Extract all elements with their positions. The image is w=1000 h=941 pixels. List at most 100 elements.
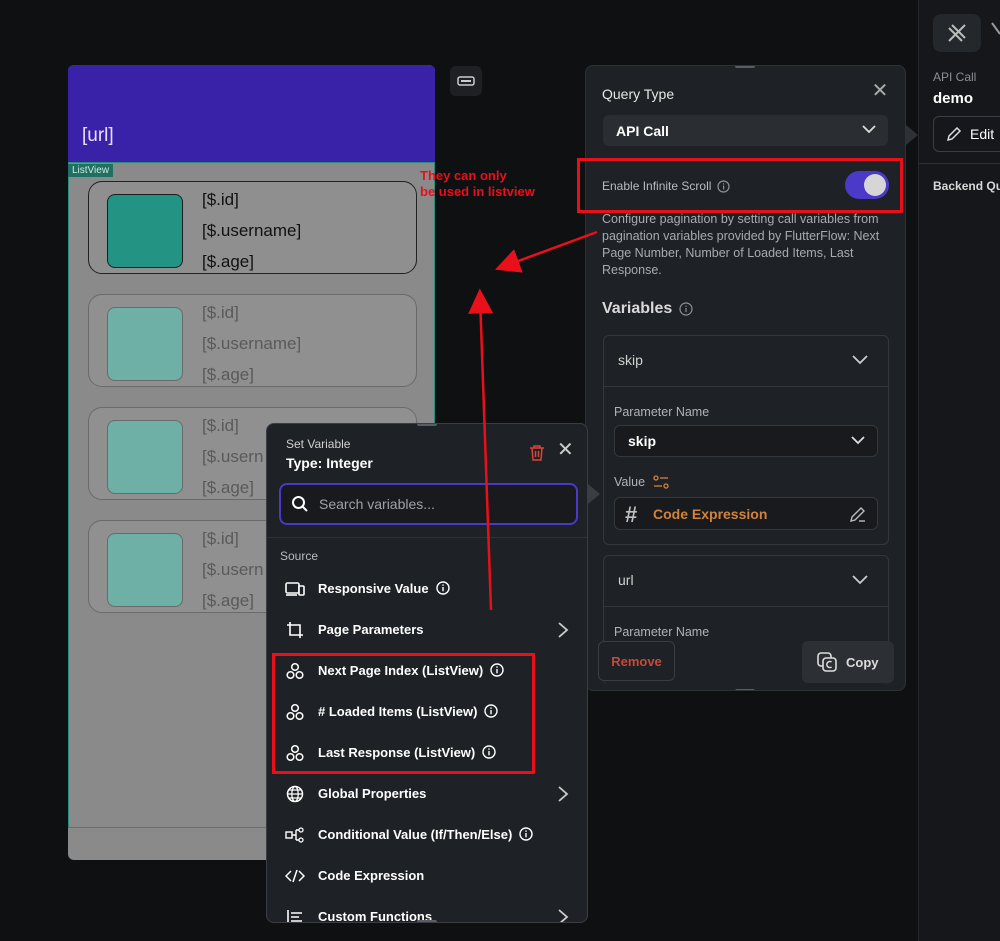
variables-label: Variables: [602, 300, 673, 317]
chevron-right-icon: [558, 909, 569, 922]
chevron-down-icon: [852, 575, 868, 585]
info-icon[interactable]: [435, 581, 450, 595]
variable-header[interactable]: url: [604, 556, 888, 607]
highlight-box-listview-variables: [272, 653, 535, 774]
source-item-code-expression[interactable]: Code Expression: [267, 856, 587, 897]
search-field[interactable]: [279, 483, 578, 525]
item-image: [107, 307, 183, 381]
conditional-icon: [285, 825, 305, 845]
remove-button[interactable]: Remove: [598, 641, 675, 681]
source-item-page-parameters[interactable]: Page Parameters: [267, 610, 587, 651]
item-username: [$.usern: [202, 560, 264, 579]
listview-tag: ListView: [68, 164, 114, 177]
source-item-label: Global Properties: [318, 786, 427, 801]
chevron-right-icon: [558, 786, 569, 802]
widget-handle[interactable]: [450, 66, 482, 96]
app-bar[interactable]: [url]: [68, 65, 435, 162]
arrow-to-listview: [494, 230, 598, 273]
item-image: [107, 533, 183, 607]
variables-heading: Variables: [602, 300, 693, 318]
set-variable-title: Set Variable: [286, 437, 351, 451]
functions-icon: [285, 907, 305, 922]
query-type-select[interactable]: API Call: [603, 115, 888, 146]
globe-icon: [285, 784, 305, 804]
item-username: [$.username]: [202, 221, 302, 240]
search-icon: [292, 496, 308, 512]
item-id: [$.id]: [202, 190, 239, 209]
drag-handle[interactable]: [735, 689, 755, 690]
copy-button[interactable]: Copy: [802, 641, 894, 683]
variable-name: skip: [618, 352, 643, 368]
query-type-value: API Call: [616, 122, 669, 139]
parameter-name-label: Parameter Name: [614, 405, 710, 419]
copy-button-label: Copy: [846, 654, 879, 670]
info-icon[interactable]: [679, 302, 693, 316]
close-icon[interactable]: ✕: [557, 440, 574, 460]
variable-settings-icon[interactable]: [653, 475, 669, 489]
trash-icon[interactable]: [529, 444, 545, 462]
chevron-down-icon: [851, 436, 865, 445]
drag-handle[interactable]: [735, 66, 755, 68]
info-icon[interactable]: [519, 827, 533, 841]
parameter-name-value: skip: [628, 433, 657, 449]
search-input[interactable]: [319, 494, 559, 514]
source-item-label: Page Parameters: [318, 622, 424, 637]
panel-pointer: [906, 125, 918, 145]
item-age: [$.age]: [202, 365, 254, 384]
annotation-note: They can only be used in listview: [420, 168, 535, 200]
copy-icon: [817, 652, 837, 672]
api-name: demo: [933, 90, 974, 107]
variable-type: Type: Integer: [286, 455, 373, 471]
backend-query-label[interactable]: Backend Qu: [933, 179, 1000, 193]
item-image: [107, 420, 183, 494]
hash-icon: #: [625, 502, 638, 527]
source-item-label: Custom Functions: [318, 909, 433, 923]
popup-pointer: [588, 484, 600, 504]
list-item[interactable]: [$.id] [$.username] [$.age]: [88, 294, 417, 387]
app-bar-title: [url]: [82, 125, 114, 146]
close-icon[interactable]: ✕: [871, 81, 889, 101]
edit-button[interactable]: Edit: [933, 116, 1000, 152]
source-item-label: Responsive Value: [318, 581, 429, 596]
variable-header[interactable]: skip: [604, 336, 888, 387]
page-parameters-icon: [285, 620, 305, 640]
item-id: [$.id]: [202, 303, 239, 322]
variable-name: url: [618, 572, 634, 588]
value-text: Code Expression: [653, 506, 768, 522]
source-item-conditional-value[interactable]: Conditional Value (If/Then/Else): [267, 815, 587, 856]
source-item-global-properties[interactable]: Global Properties: [267, 774, 587, 815]
list-item[interactable]: [$.id] [$.username] [$.age]: [88, 181, 417, 274]
drag-handle-icon: [457, 76, 475, 86]
pencil-ruler-icon: [948, 24, 966, 42]
parameter-name-label: Parameter Name: [614, 625, 710, 639]
item-image: [107, 194, 183, 268]
item-age: [$.age]: [202, 478, 254, 497]
source-item-label: Code Expression: [318, 868, 425, 883]
wrench-icon[interactable]: [989, 20, 1000, 44]
design-tool-button[interactable]: [933, 14, 981, 52]
chevron-down-icon: [852, 355, 868, 365]
item-username: [$.username]: [202, 334, 302, 353]
annotation-line: be used in listview: [420, 184, 535, 199]
divider: [919, 163, 1000, 164]
source-item-label: Conditional Value (If/Then/Else): [318, 827, 513, 842]
drag-handle[interactable]: [417, 424, 437, 426]
pagination-description: Configure pagination by setting call var…: [602, 212, 880, 277]
code-icon: [285, 866, 305, 886]
source-label: Source: [280, 549, 319, 563]
item-age: [$.age]: [202, 591, 254, 610]
source-item-responsive-value[interactable]: Responsive Value: [267, 569, 587, 610]
edit-icon[interactable]: [849, 505, 867, 523]
right-properties-panel: API Call demo Edit Backend Qu: [918, 0, 1000, 941]
parameter-name-select[interactable]: skip: [614, 425, 878, 457]
drag-handle[interactable]: [417, 920, 437, 922]
query-type-title: Query Type: [602, 86, 675, 102]
value-field[interactable]: # Code Expression: [614, 497, 878, 530]
highlight-box-infinite-scroll: [577, 158, 903, 213]
item-username: [$.usern: [202, 447, 264, 466]
value-label-text: Value: [614, 475, 646, 489]
chevron-down-icon: [862, 125, 876, 134]
responsive-icon: [285, 579, 305, 599]
edit-button-label: Edit: [970, 126, 995, 142]
edit-icon: [946, 126, 962, 142]
